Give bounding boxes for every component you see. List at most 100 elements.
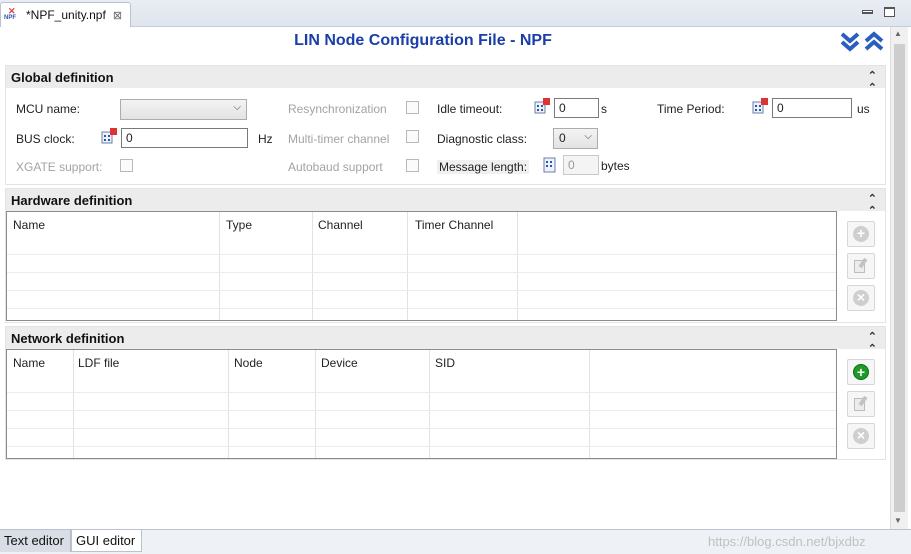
bus-clock-unit: Hz	[258, 132, 273, 146]
section-title: Hardware definition	[11, 192, 133, 208]
diagnostic-class-label: Diagnostic class:	[437, 132, 528, 146]
multitimer-label: Multi-timer channel	[288, 132, 390, 146]
edit-icon	[853, 257, 869, 274]
table-row[interactable]	[7, 446, 836, 447]
add-hardware-button[interactable]: +	[847, 221, 875, 247]
maximize-icon[interactable]	[884, 7, 895, 17]
add-icon: +	[853, 364, 869, 380]
mcu-name-label: MCU name:	[16, 102, 81, 116]
hardware-definition-section: Hardware definition ⌃ ⌃ Name Type Channel…	[5, 188, 886, 323]
time-period-unit: us	[857, 102, 870, 116]
minimize-icon[interactable]	[862, 10, 873, 14]
idle-timeout-unit: s	[601, 102, 607, 116]
column-divider	[73, 350, 74, 458]
delete-icon: ×	[853, 290, 869, 306]
table-row[interactable]	[7, 410, 836, 411]
tab-gui-editor[interactable]: GUI editor	[71, 530, 142, 552]
tab-text-editor[interactable]: Text editor	[0, 530, 71, 552]
resync-label: Resynchronization	[288, 102, 387, 116]
hardware-definition-header[interactable]: Hardware definition ⌃ ⌃	[6, 189, 885, 217]
column-header[interactable]: Channel	[318, 218, 363, 232]
column-divider	[429, 350, 430, 458]
message-length-unit: bytes	[601, 159, 630, 173]
table-row[interactable]	[7, 428, 836, 429]
close-icon[interactable]: ⊠	[113, 9, 122, 22]
hardware-table[interactable]: Name Type Channel Timer Channel	[6, 211, 837, 321]
chevron-down-icon: ⌵	[584, 131, 592, 142]
message-length-input[interactable]: 0	[563, 155, 599, 175]
global-definition-header[interactable]: Global definition ⌃ ⌃	[6, 66, 885, 94]
column-header[interactable]: Device	[321, 356, 358, 370]
bus-clock-label: BUS clock:	[16, 132, 75, 146]
scroll-down-icon[interactable]: ▼	[894, 516, 902, 525]
chevron-down-icon: ⌵	[233, 102, 241, 113]
npf-file-icon: ✕ NPF	[4, 6, 16, 21]
editor-tab-bar: ✕ NPF *NPF_unity.npf ⊠	[0, 0, 911, 27]
table-row[interactable]	[7, 308, 836, 309]
scroll-up-icon[interactable]: ▲	[894, 29, 902, 38]
delete-network-button[interactable]: ×	[847, 423, 875, 449]
collapse-icon[interactable]: ⌃ ⌃	[868, 331, 877, 355]
delete-hardware-button[interactable]: ×	[847, 285, 875, 311]
editor-tab-npf[interactable]: ✕ NPF *NPF_unity.npf ⊠	[0, 2, 131, 27]
column-header[interactable]: Timer Channel	[415, 218, 493, 232]
column-header[interactable]: Node	[234, 356, 263, 370]
table-row[interactable]	[7, 290, 836, 291]
mcu-name-select[interactable]: ⌵	[120, 99, 247, 120]
idle-timeout-label: Idle timeout:	[437, 102, 503, 116]
network-table[interactable]: Name LDF file Node Device SID	[6, 349, 837, 459]
bus-clock-input[interactable]: 0	[121, 128, 248, 148]
edit-icon	[853, 395, 869, 412]
column-header[interactable]: Type	[226, 218, 252, 232]
global-definition-section: Global definition ⌃ ⌃ MCU name: ⌵ BUS clo…	[5, 65, 886, 185]
column-header[interactable]: SID	[435, 356, 455, 370]
editor-tab-title: *NPF_unity.npf	[26, 8, 106, 22]
calculator-icon[interactable]	[752, 98, 768, 114]
column-header[interactable]: Name	[13, 356, 45, 370]
calculator-icon[interactable]	[534, 98, 550, 114]
expand-all-icon[interactable]	[840, 31, 860, 53]
table-row[interactable]	[7, 392, 836, 393]
column-divider	[228, 350, 229, 458]
editor-content: LIN Node Configuration File - NPF Global…	[0, 27, 890, 529]
column-divider	[589, 350, 590, 458]
multitimer-checkbox[interactable]	[406, 130, 419, 143]
column-divider	[407, 212, 408, 320]
collapse-icon[interactable]: ⌃ ⌃	[868, 70, 877, 94]
add-icon: +	[853, 226, 869, 242]
column-header[interactable]: Name	[13, 218, 45, 232]
add-network-button[interactable]: +	[847, 359, 875, 385]
delete-icon: ×	[853, 428, 869, 444]
table-row[interactable]	[7, 272, 836, 273]
edit-network-button[interactable]	[847, 391, 875, 417]
column-divider	[219, 212, 220, 320]
network-definition-section: Network definition ⌃ ⌃ Name LDF file Node…	[5, 326, 886, 460]
vertical-scrollbar[interactable]: ▲ ▼	[890, 27, 908, 529]
column-header[interactable]: LDF file	[78, 356, 119, 370]
column-divider	[312, 212, 313, 320]
column-divider	[517, 212, 518, 320]
column-divider	[315, 350, 316, 458]
calculator-icon[interactable]	[101, 128, 117, 144]
autobaud-checkbox[interactable]	[406, 159, 419, 172]
section-title: Network definition	[11, 330, 125, 346]
scroll-thumb[interactable]	[894, 44, 905, 512]
collapse-all-icon[interactable]	[864, 31, 884, 53]
section-title: Global definition	[11, 69, 114, 85]
page-title: LIN Node Configuration File - NPF	[294, 32, 552, 49]
diagnostic-class-select[interactable]: 0 ⌵	[553, 128, 598, 149]
time-period-input[interactable]: 0	[772, 98, 852, 118]
message-length-label: Message length:	[437, 160, 530, 174]
idle-timeout-input[interactable]: 0	[554, 98, 599, 118]
edit-hardware-button[interactable]	[847, 253, 875, 279]
resync-checkbox[interactable]	[406, 101, 419, 114]
calculator-icon	[543, 157, 556, 173]
collapse-icon[interactable]: ⌃ ⌃	[868, 193, 877, 217]
watermark: https://blog.csdn.net/bjxdbz	[708, 534, 866, 549]
table-row[interactable]	[7, 254, 836, 255]
network-definition-header[interactable]: Network definition ⌃ ⌃	[6, 327, 885, 355]
time-period-label: Time Period:	[657, 102, 725, 116]
xgate-support-label: XGATE support:	[16, 160, 103, 174]
xgate-support-checkbox[interactable]	[120, 159, 133, 172]
autobaud-label: Autobaud support	[288, 160, 383, 174]
